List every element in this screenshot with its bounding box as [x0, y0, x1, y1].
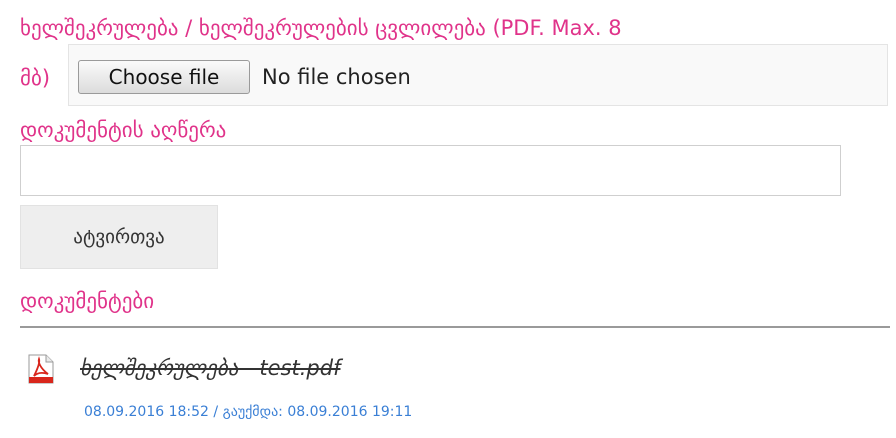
- documents-heading: დოკუმენტები: [20, 289, 155, 313]
- upload-button[interactable]: ატვირთვა: [20, 205, 218, 269]
- document-file-meta: 08.09.2016 18:52 / გაუქმდა: 08.09.2016 1…: [84, 404, 413, 420]
- contract-upload-label: ხელშეკრულება / ხელშეკრულების ცვლილება (P…: [20, 16, 622, 40]
- document-description-input[interactable]: [20, 145, 841, 196]
- document-file-link[interactable]: ხელშეკრულება - test.pdf: [80, 356, 340, 380]
- pdf-icon: [28, 354, 54, 384]
- file-status-text: No file chosen: [262, 65, 411, 89]
- divider: [20, 326, 890, 328]
- document-description-label: დოკუმენტის აღწერა: [20, 118, 227, 142]
- contract-upload-label-cont: მბ): [20, 66, 51, 90]
- choose-file-button[interactable]: Choose file: [78, 60, 250, 94]
- list-item: ხელშეკრულება - test.pdf 08.09.2016 18:52…: [28, 350, 888, 430]
